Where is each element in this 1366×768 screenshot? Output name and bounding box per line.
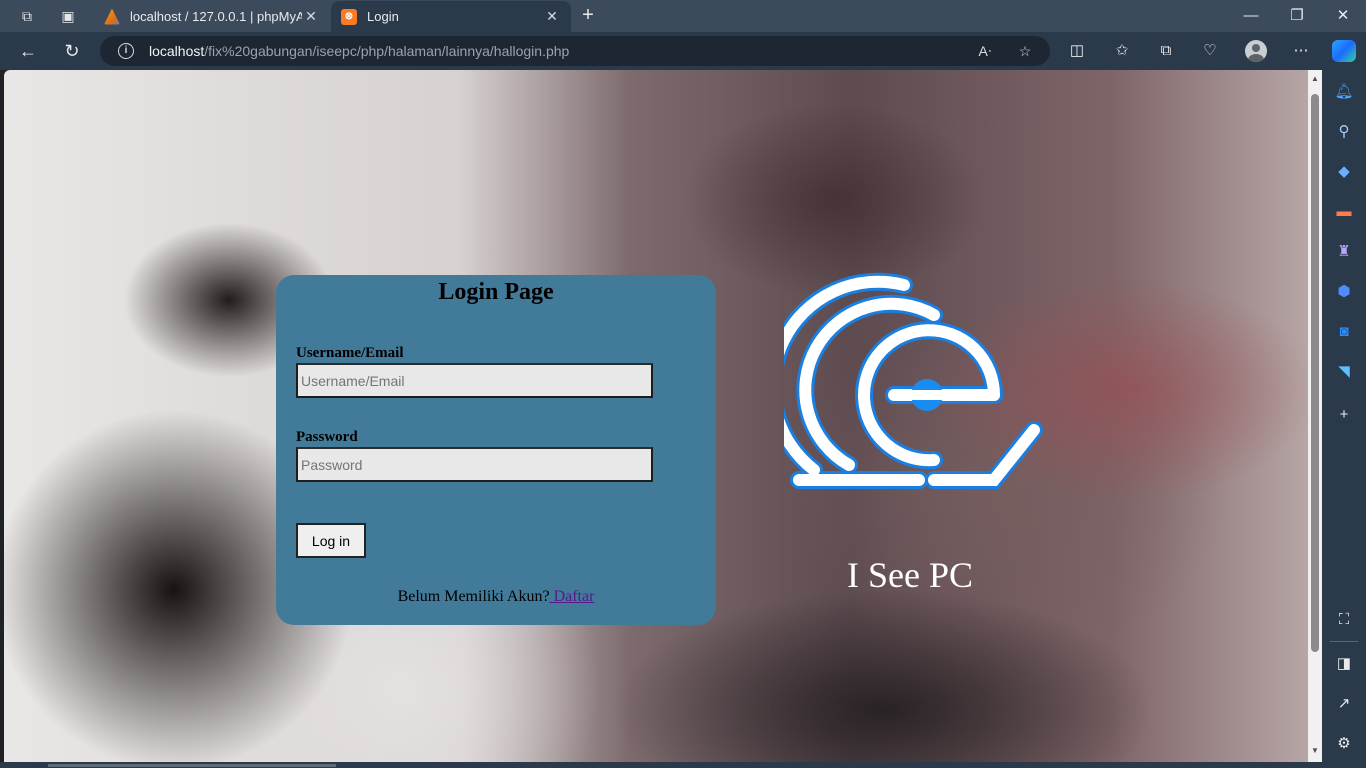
browser-toolbar: ← ↻ i localhost/fix%20gabungan/iseepc/ph… bbox=[0, 32, 1366, 70]
site-info-icon[interactable]: i bbox=[118, 43, 134, 59]
tab-login[interactable]: ⊗ Login ✕ bbox=[331, 1, 571, 32]
maximize-button[interactable]: ❐ bbox=[1274, 4, 1320, 28]
login-form: Login Page Username/Email Password Log i… bbox=[276, 275, 716, 625]
screenshot-icon[interactable]: ⛶ bbox=[1334, 610, 1354, 630]
browser-title-bar: ⧉ ▣ localhost / 127.0.0.1 | phpMyAdmin ✕… bbox=[0, 0, 1366, 32]
games-icon[interactable]: ♜ bbox=[1334, 242, 1354, 262]
phpmyadmin-favicon-icon bbox=[104, 8, 120, 25]
search-icon[interactable]: ⚲ bbox=[1334, 122, 1354, 142]
xampp-favicon-icon: ⊗ bbox=[341, 8, 357, 25]
password-input[interactable] bbox=[296, 447, 653, 482]
password-label: Password bbox=[296, 429, 358, 445]
browser-essentials-icon[interactable]: ♡ bbox=[1199, 41, 1221, 61]
outlook-icon[interactable]: ◙ bbox=[1334, 322, 1354, 342]
new-tab-button[interactable]: + bbox=[577, 4, 599, 26]
iseepc-logo bbox=[784, 272, 1043, 489]
close-tab-icon[interactable]: ✕ bbox=[543, 8, 561, 25]
close-tab-icon[interactable]: ✕ bbox=[302, 8, 320, 25]
favorites-icon[interactable]: ✩ bbox=[1111, 41, 1133, 61]
refresh-button[interactable]: ↻ bbox=[60, 40, 84, 62]
hide-sidebar-icon[interactable]: ◨ bbox=[1334, 654, 1354, 674]
url-text[interactable]: localhost/fix%20gabungan/iseepc/php/hala… bbox=[149, 43, 569, 59]
address-bar[interactable]: i localhost/fix%20gabungan/iseepc/php/ha… bbox=[100, 36, 1050, 66]
close-window-button[interactable]: ✕ bbox=[1320, 4, 1366, 28]
signup-link[interactable]: Daftar bbox=[550, 588, 595, 605]
profile-avatar[interactable] bbox=[1245, 40, 1267, 62]
copilot-icon[interactable] bbox=[1332, 40, 1356, 62]
tab-actions-icon[interactable]: ▣ bbox=[57, 6, 79, 26]
signup-prompt: Belum Memiliki Akun? Daftar bbox=[276, 588, 716, 606]
bell-icon[interactable]: 🔔︎ bbox=[1334, 82, 1354, 102]
signup-text: Belum Memiliki Akun? bbox=[397, 588, 550, 605]
scrollbar-thumb[interactable] bbox=[1311, 94, 1319, 652]
login-heading: Login Page bbox=[438, 279, 554, 305]
open-external-icon[interactable]: ↗ bbox=[1334, 694, 1354, 714]
read-aloud-icon[interactable]: Aᐧ bbox=[975, 42, 995, 60]
back-button[interactable]: ← bbox=[16, 40, 40, 62]
collections-icon[interactable]: ⧉ bbox=[1155, 41, 1177, 61]
tab-title: Login bbox=[367, 9, 399, 24]
page-viewport: Login Page Username/Email Password Log i… bbox=[4, 70, 1308, 762]
scroll-down-icon[interactable]: ▼ bbox=[1310, 746, 1320, 755]
tools-icon[interactable]: ▬ bbox=[1334, 202, 1354, 222]
username-label: Username/Email bbox=[296, 345, 404, 361]
scroll-up-icon[interactable]: ▲ bbox=[1310, 74, 1320, 83]
microsoft365-icon[interactable]: ⬢ bbox=[1334, 282, 1354, 302]
sidebar-settings-icon[interactable]: ⚙ bbox=[1334, 734, 1354, 754]
minimize-button[interactable]: — bbox=[1228, 4, 1274, 28]
drop-icon[interactable]: ◥ bbox=[1334, 362, 1354, 382]
settings-more-icon[interactable]: ⋯ bbox=[1290, 41, 1312, 61]
bottom-bar bbox=[0, 762, 1322, 768]
tab-phpmyadmin[interactable]: localhost / 127.0.0.1 | phpMyAdmin ✕ bbox=[94, 1, 330, 32]
workspaces-icon[interactable]: ⧉ bbox=[16, 6, 38, 26]
add-sidebar-app-icon[interactable]: + bbox=[1334, 405, 1354, 425]
url-host: localhost bbox=[149, 43, 205, 59]
split-screen-icon[interactable]: ◫ bbox=[1066, 41, 1088, 61]
login-button[interactable]: Log in bbox=[296, 523, 366, 558]
page-scrollbar[interactable]: ▲ ▼ bbox=[1308, 70, 1322, 762]
tab-title: localhost / 127.0.0.1 | phpMyAdmin bbox=[130, 9, 302, 24]
shopping-tag-icon[interactable]: ◆ bbox=[1334, 162, 1354, 182]
username-input[interactable] bbox=[296, 363, 653, 398]
edge-sidebar: 🔔︎ ⚲ ◆ ▬ ♜ ⬢ ◙ ◥ + ⛶ ◨ ↗ ⚙ bbox=[1322, 70, 1366, 768]
favorite-star-icon[interactable]: ☆ bbox=[1015, 42, 1035, 60]
brand-name: I See PC bbox=[847, 555, 973, 595]
url-path: /fix%20gabungan/iseepc/php/halaman/lainn… bbox=[204, 43, 570, 59]
